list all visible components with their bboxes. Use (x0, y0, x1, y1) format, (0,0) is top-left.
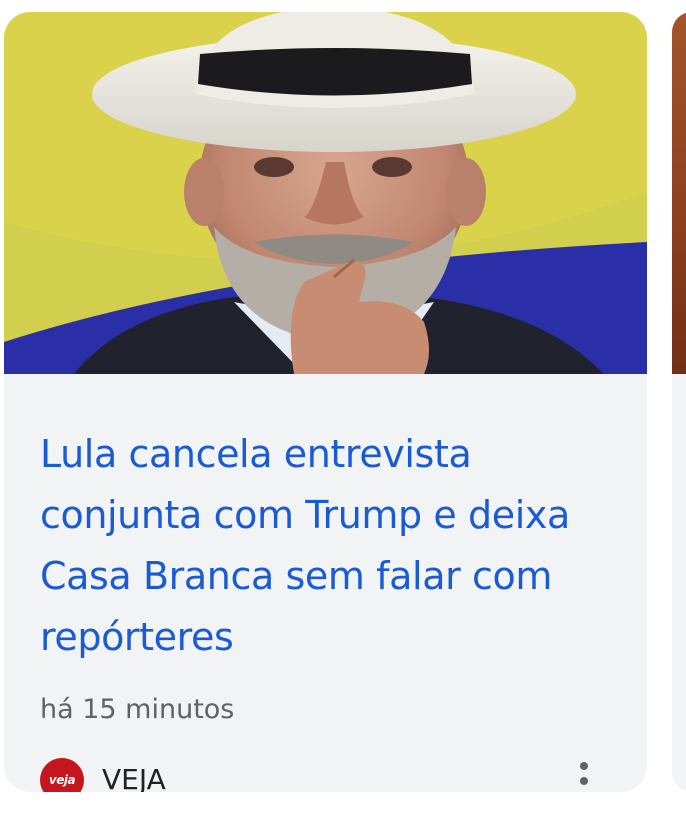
source-name[interactable]: VEJA (102, 762, 166, 792)
news-thumbnail[interactable] (4, 12, 647, 374)
next-news-thumbnail (672, 12, 686, 374)
news-photo (4, 12, 647, 374)
news-card-body: Lula cancela entrevista conjunta com Tru… (4, 374, 647, 792)
next-news-card-peek[interactable] (672, 12, 686, 792)
news-headline[interactable]: Lula cancela entrevista conjunta com Tru… (40, 424, 620, 668)
source-row: veja VEJA (40, 758, 620, 792)
more-options-button[interactable] (570, 754, 600, 792)
veja-logo-icon: veja (40, 758, 84, 792)
news-card[interactable]: Lula cancela entrevista conjunta com Tru… (4, 12, 647, 792)
news-carousel: Lula cancela entrevista conjunta com Tru… (0, 0, 686, 813)
published-time: há 15 minutos (40, 694, 235, 725)
